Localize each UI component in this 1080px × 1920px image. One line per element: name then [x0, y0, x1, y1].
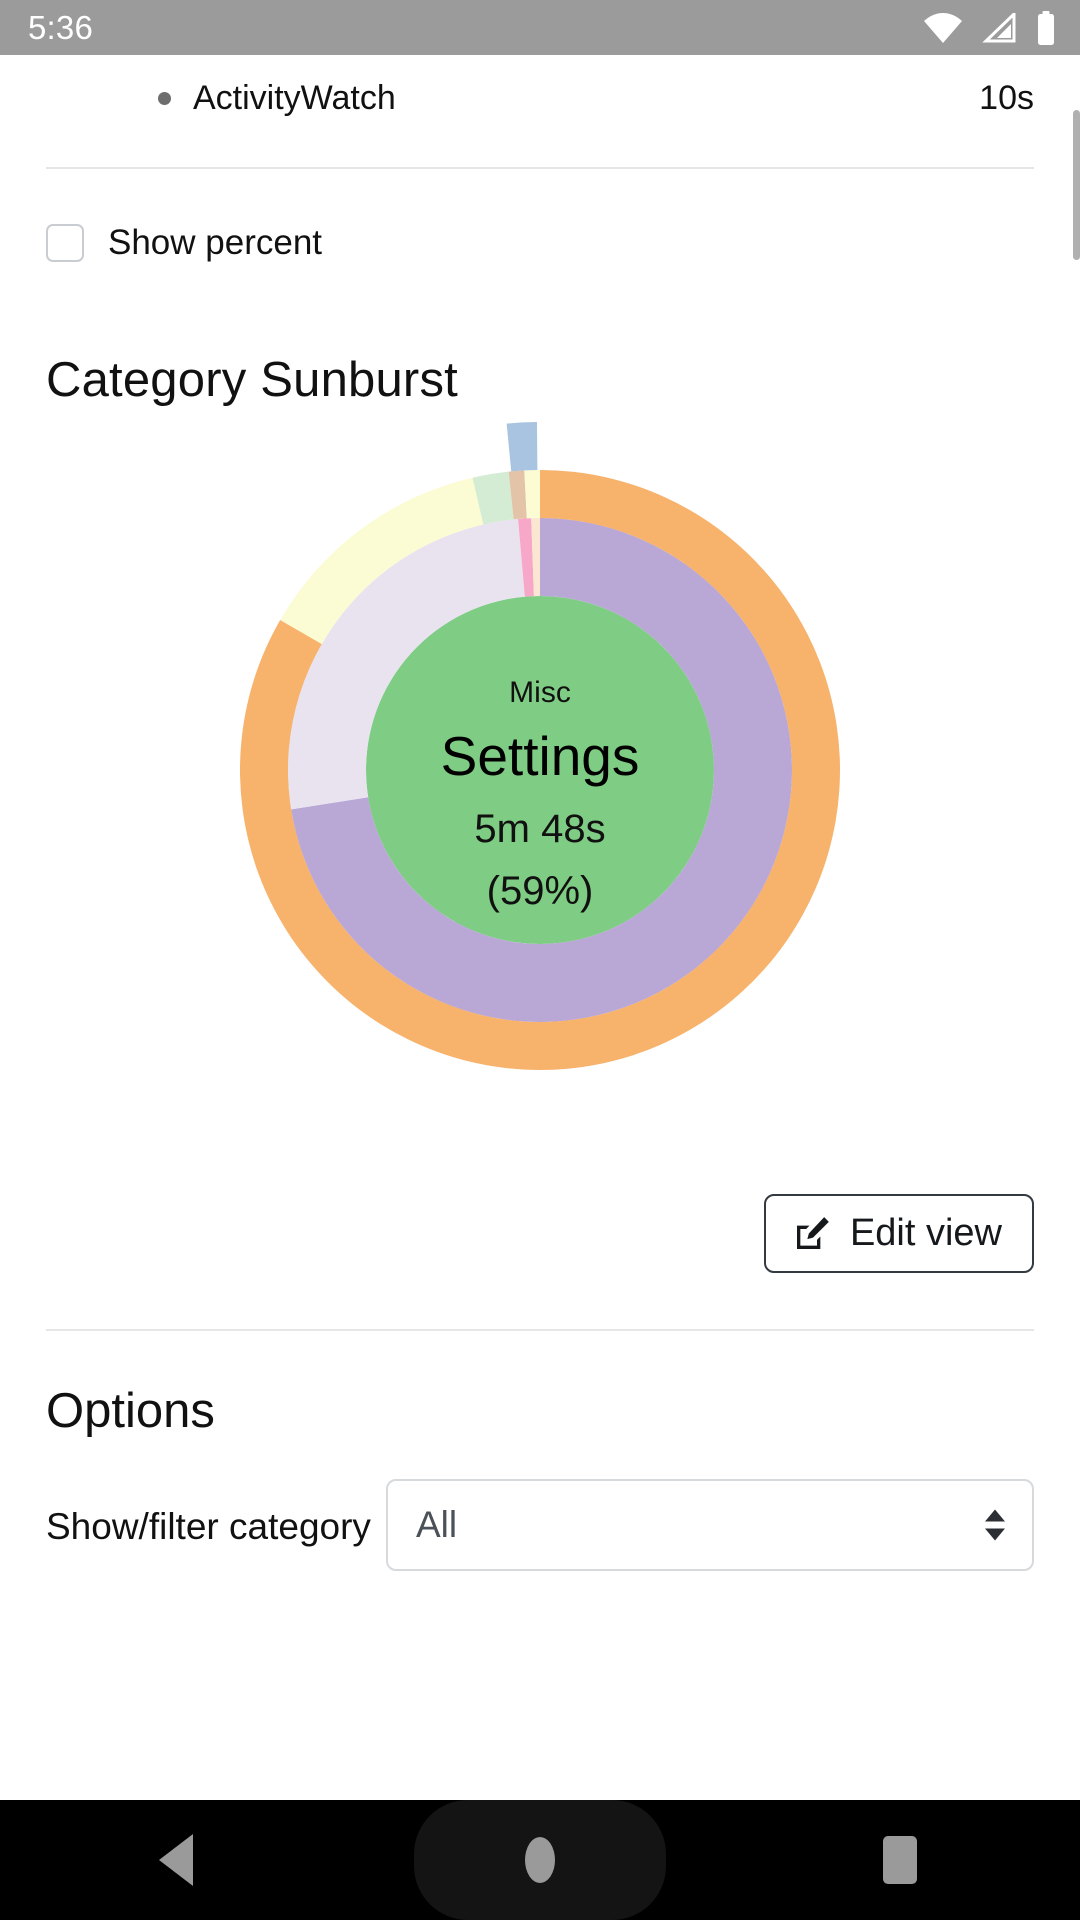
wifi-icon: [924, 12, 962, 43]
list-item-label: ActivityWatch: [193, 78, 396, 117]
sunburst-center-name: Settings: [441, 725, 640, 787]
nav-home-button[interactable]: [360, 1800, 720, 1920]
recents-square-icon: [883, 1836, 917, 1884]
home-circle-icon: [525, 1837, 555, 1883]
list-item-duration: 10s: [979, 78, 1034, 117]
divider-options: [46, 1329, 1034, 1331]
show-filter-category-label: Show/filter category: [46, 1506, 371, 1547]
clipped-list-row: [46, 55, 1034, 69]
edit-view-button[interactable]: Edit view: [763, 1194, 1034, 1273]
page-scrollbar[interactable]: [1073, 110, 1080, 1800]
show-filter-category-value: All: [416, 1504, 458, 1545]
sunburst-segment[interactable]: [506, 422, 538, 472]
edit-view-row: Edit view: [46, 1194, 1034, 1273]
scrollable-page[interactable]: ActivityWatch 10s Show percent Category …: [0, 55, 1080, 1800]
sunburst-svg[interactable]: Misc Settings 5m 48s (59%): [180, 420, 900, 1120]
edit-view-label: Edit view: [849, 1212, 1002, 1254]
show-filter-category-select[interactable]: All: [386, 1479, 1034, 1571]
sunburst-segment[interactable]: [524, 470, 540, 519]
status-bar-icons: [924, 10, 1056, 45]
nav-recents-button[interactable]: [720, 1800, 1080, 1920]
sunburst-center-percent: (59%): [487, 869, 594, 913]
page-scrollbar-thumb[interactable]: [1073, 110, 1080, 260]
status-bar: 5:36: [0, 0, 1080, 55]
options-title: Options: [46, 1384, 215, 1438]
page-content: ActivityWatch 10s Show percent Category …: [0, 55, 1080, 1571]
edit-pencil-icon: [792, 1214, 832, 1254]
show-filter-category-row: Show/filter category All: [46, 1479, 1034, 1571]
sunburst-center-duration: 5m 48s: [474, 807, 605, 851]
android-navigation-bar: [0, 1800, 1080, 1920]
cellular-signal-icon: [982, 12, 1016, 43]
show-percent-row[interactable]: Show percent: [46, 219, 1034, 267]
category-sunburst-chart[interactable]: Misc Settings 5m 48s (59%): [46, 420, 1034, 1120]
list-item[interactable]: ActivityWatch 10s: [46, 69, 1034, 127]
chevron-updown-icon: [984, 1509, 1006, 1541]
bullet-icon: [158, 91, 171, 105]
sunburst-center-category: Misc: [509, 676, 571, 709]
nav-back-button[interactable]: [0, 1800, 360, 1920]
battery-icon: [1036, 10, 1056, 45]
status-bar-clock: 5:36: [28, 9, 94, 46]
back-triangle-icon: [159, 1834, 193, 1886]
show-percent-label: Show percent: [108, 223, 323, 262]
divider: [46, 167, 1034, 169]
category-sunburst-title: Category Sunburst: [46, 353, 458, 407]
show-percent-checkbox[interactable]: [46, 224, 84, 262]
